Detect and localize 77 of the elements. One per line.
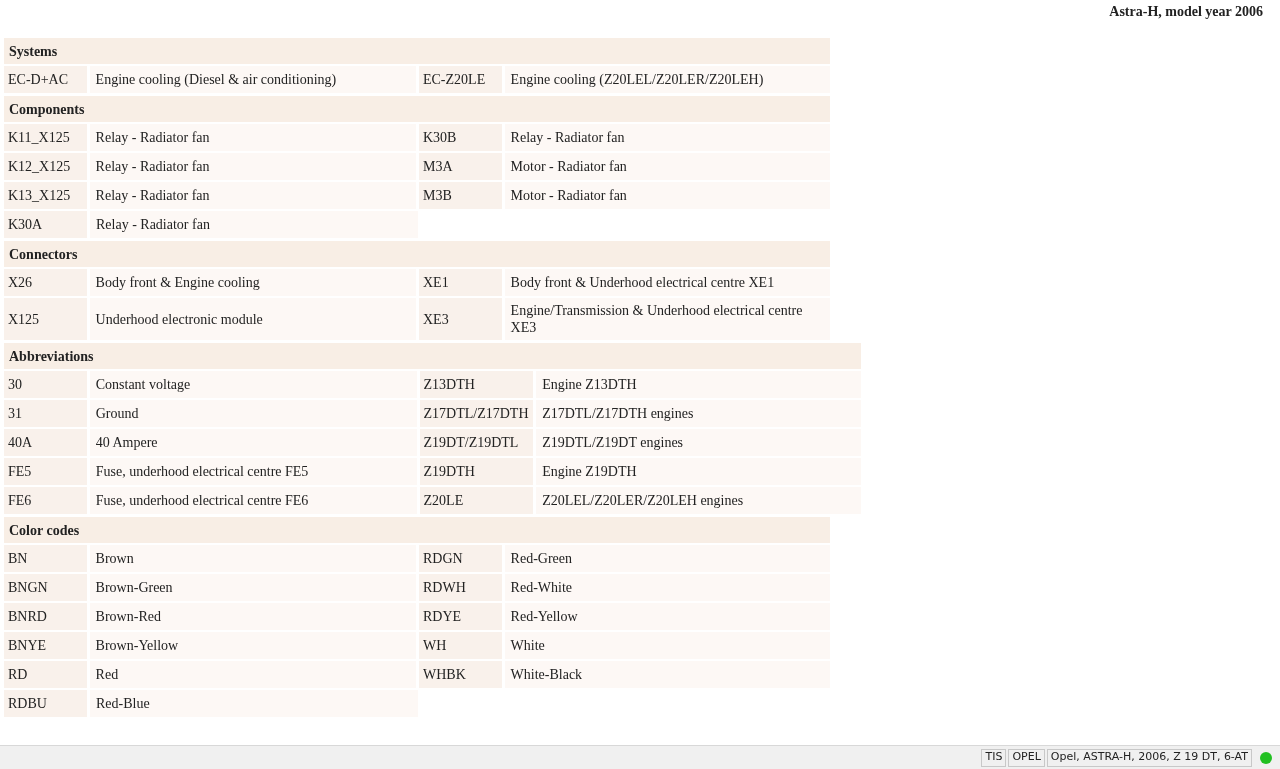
description-cell: Body front & Engine cooling [89,269,416,296]
description-cell: Red-White [504,574,830,601]
section-header: Connectors [4,241,830,267]
description-cell: Relay - Radiator fan [89,124,416,151]
code-cell: 31 [4,400,87,427]
description-cell: Underhood electronic module [89,298,416,340]
code-cell: Z19DTH [419,458,534,485]
code-cell: Z19DT/Z19DTL [419,429,534,456]
description-cell: Z17DTL/Z17DTH engines [536,400,861,427]
description-cell: 40 Ampere [89,429,417,456]
code-cell: BN [4,545,87,572]
status-field: OPEL [1008,748,1045,767]
description-cell: White-Black [504,661,830,688]
code-cell: K11_X125 [4,124,87,151]
code-cell: Z13DTH [419,371,534,398]
description-cell: Brown [89,545,416,572]
description-cell: Z20LEL/Z20LER/Z20LEH engines [536,487,861,514]
description-cell: Engine cooling (Diesel & air conditioning) [89,66,416,93]
section-header: Systems [4,38,830,64]
description-cell: Body front & Underhood electrical centre XE1 [504,269,830,296]
description-cell: White [504,632,830,659]
code-cell: Z20LE [419,487,534,514]
code-cell: 40A [4,429,87,456]
code-cell: K30B [419,124,502,151]
code-cell: Z17DTL/Z17DTH [419,400,534,427]
status-field: TIS [981,748,1007,767]
description-cell: Relay - Radiator fan [90,211,418,238]
description-cell: Fuse, underhood electrical centre FE5 [89,458,417,485]
description-cell: Red [89,661,416,688]
description-cell: Motor - Radiator fan [504,182,830,209]
description-cell: Engine cooling (Z20LEL/Z20LER/Z20LEH) [504,66,830,93]
code-cell: K13_X125 [4,182,87,209]
description-cell: Brown-Red [89,603,416,630]
code-cell: EC-Z20LE [419,66,502,93]
description-cell: Brown-Yellow [89,632,416,659]
description-cell: Z19DTL/Z19DT engines [536,429,861,456]
description-cell: Ground [89,400,417,427]
code-cell: RDGN [419,545,502,572]
page-title: Astra-H, model year 2006 [1109,3,1263,21]
code-cell: XE1 [419,269,502,296]
code-cell: M3A [419,153,502,180]
status-field: Opel, ASTRA-H, 2006, Z 19 DT, 6-AT [1046,748,1252,767]
description-cell: Brown-Green [89,574,416,601]
code-cell: WHBK [419,661,502,688]
code-cell: XE3 [419,298,502,340]
code-cell: X26 [4,269,87,296]
code-cell: 30 [4,371,87,398]
section-header: Color codes [4,517,830,543]
description-cell: Red-Yellow [504,603,830,630]
code-cell: RDBU [4,690,87,717]
code-cell: BNYE [4,632,87,659]
section-header: Components [4,96,830,122]
description-cell: Motor - Radiator fan [504,153,830,180]
code-cell: BNRD [4,603,87,630]
code-cell: FE5 [4,458,87,485]
description-cell: Engine Z13DTH [536,371,861,398]
code-cell: RDWH [419,574,502,601]
description-cell: Relay - Radiator fan [504,124,830,151]
description-cell: Constant voltage [89,371,417,398]
description-cell: Red-Blue [90,690,418,717]
code-cell: EC-D+AC [4,66,87,93]
code-cell: M3B [419,182,502,209]
code-cell: RD [4,661,87,688]
code-cell: FE6 [4,487,87,514]
code-cell: K12_X125 [4,153,87,180]
code-cell: RDYE [419,603,502,630]
section-header: Abbreviations [4,343,861,369]
description-cell: Engine/Transmission & Underhood electrical centre XE3 [504,298,830,340]
description-cell: Red-Green [504,545,830,572]
code-cell: BNGN [4,574,87,601]
description-cell: Fuse, underhood electrical centre FE6 [89,487,417,514]
description-cell: Engine Z19DTH [536,458,861,485]
code-cell: WH [419,632,502,659]
description-cell: Relay - Radiator fan [89,182,416,209]
code-cell: K30A [4,211,87,238]
description-cell: Relay - Radiator fan [89,153,416,180]
code-cell: X125 [4,298,87,340]
